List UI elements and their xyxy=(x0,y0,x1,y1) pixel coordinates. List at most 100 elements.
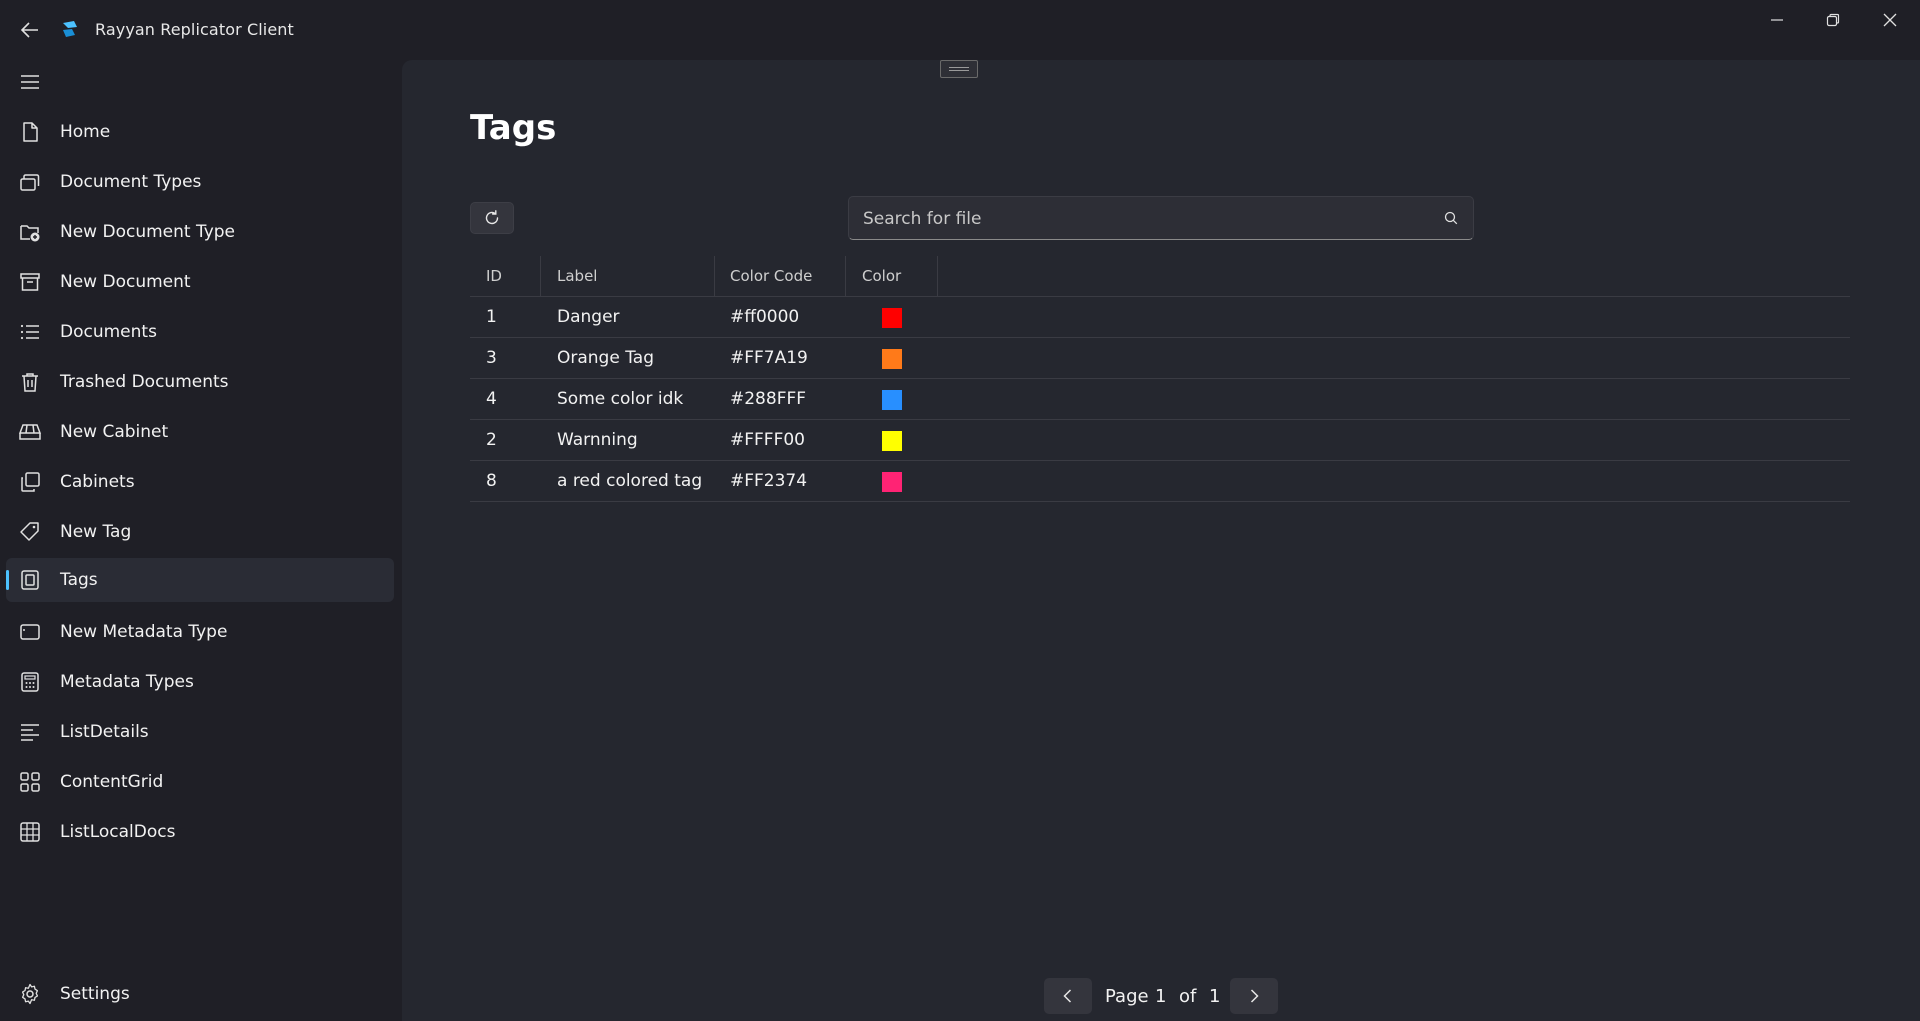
color-swatch xyxy=(882,472,902,492)
cell-id: 4 xyxy=(486,389,497,409)
sidebar-item-cabinets[interactable]: Cabinets xyxy=(6,460,394,504)
minimize-icon[interactable] xyxy=(1763,10,1791,30)
cell-label: Warnning xyxy=(557,430,638,450)
column-divider[interactable] xyxy=(540,256,541,296)
page-label: Page xyxy=(1105,986,1149,1007)
close-icon[interactable] xyxy=(1876,10,1904,30)
cell-color-code: #FF2374 xyxy=(730,471,808,491)
sidebar-item-settings[interactable]: Settings xyxy=(6,972,394,1016)
sidebar-item-label: Tags xyxy=(60,570,98,590)
column-header-color-code[interactable]: Color Code xyxy=(730,256,812,296)
back-arrow-icon[interactable] xyxy=(18,18,42,42)
lines-icon xyxy=(18,720,42,744)
sidebar-item-label: New Document xyxy=(60,272,191,292)
table-icon xyxy=(18,820,42,844)
tags-icon xyxy=(18,568,42,592)
sidebar-item-label: Documents xyxy=(60,322,157,342)
cell-id: 1 xyxy=(486,307,497,327)
sidebar-item-label: ListDetails xyxy=(60,722,149,742)
tag-icon xyxy=(18,520,42,544)
sidebar-item-label: Document Types xyxy=(60,172,202,192)
search-box xyxy=(848,196,1474,241)
tags-table: ID Label Color Code Color 1 Danger #ff00… xyxy=(470,256,1850,502)
sidebar-item-trashed-documents[interactable]: Trashed Documents xyxy=(6,360,394,404)
cell-color-code: #288FFF xyxy=(730,389,807,409)
cell-id: 8 xyxy=(486,471,497,491)
chevron-right-icon xyxy=(1246,988,1262,1004)
hamburger-menu-icon[interactable] xyxy=(18,70,42,94)
drag-handle[interactable] xyxy=(940,60,978,78)
table-row[interactable]: 2 Warnning #FFFF00 xyxy=(470,420,1850,461)
list-icon xyxy=(18,320,42,344)
of-label: of xyxy=(1179,986,1197,1007)
rectangle-icon xyxy=(18,620,42,644)
trash-icon xyxy=(18,370,42,394)
app-title: Rayyan Replicator Client xyxy=(95,20,294,39)
cell-label: a red colored tag xyxy=(557,471,703,491)
sidebar-item-label: Cabinets xyxy=(60,472,135,492)
total-pages: 1 xyxy=(1209,986,1221,1007)
page-title: Tags xyxy=(470,108,557,148)
column-header-id[interactable]: ID xyxy=(486,256,502,296)
cell-color-code: #FF7A19 xyxy=(730,348,808,368)
column-header-label[interactable]: Label xyxy=(557,256,597,296)
app-logo-icon xyxy=(60,19,80,39)
sidebar-item-listdetails[interactable]: ListDetails xyxy=(6,710,394,754)
copy-icon xyxy=(18,470,42,494)
settings-label: Settings xyxy=(60,984,130,1004)
column-divider[interactable] xyxy=(845,256,846,296)
sidebar-item-new-cabinet[interactable]: New Cabinet xyxy=(6,410,394,454)
folder-add-icon xyxy=(18,220,42,244)
stack-icon xyxy=(18,170,42,194)
column-header-color[interactable]: Color xyxy=(862,256,901,296)
pagination: Page 1 of 1 xyxy=(1044,978,1304,1014)
sidebar-item-new-document-type[interactable]: New Document Type xyxy=(6,210,394,254)
sidebar-item-documents[interactable]: Documents xyxy=(6,310,394,354)
sidebar-item-metadata-types[interactable]: Metadata Types xyxy=(6,660,394,704)
sidebar-item-label: New Metadata Type xyxy=(60,622,228,642)
table-row[interactable]: 4 Some color idk #288FFF xyxy=(470,379,1850,420)
refresh-icon xyxy=(483,209,501,227)
sidebar-item-new-tag[interactable]: New Tag xyxy=(6,510,394,554)
sidebar-item-label: ContentGrid xyxy=(60,772,164,792)
cell-label: Orange Tag xyxy=(557,348,654,368)
refresh-button[interactable] xyxy=(470,202,514,234)
selection-indicator xyxy=(6,570,9,590)
sidebar-item-label: New Cabinet xyxy=(60,422,169,442)
column-divider[interactable] xyxy=(714,256,715,296)
search-input[interactable] xyxy=(861,197,1425,241)
sidebar-item-tags[interactable]: Tags xyxy=(6,558,394,602)
cell-label: Some color idk xyxy=(557,389,684,409)
sidebar-item-document-types[interactable]: Document Types xyxy=(6,160,394,204)
table-row[interactable]: 3 Orange Tag #FF7A19 xyxy=(470,338,1850,379)
sidebar-item-label: Metadata Types xyxy=(60,672,194,692)
sidebar-item-new-metadata-type[interactable]: New Metadata Type xyxy=(6,610,394,654)
previous-page-button[interactable] xyxy=(1044,978,1092,1014)
grid-icon xyxy=(18,770,42,794)
current-page: 1 xyxy=(1155,986,1167,1007)
color-swatch xyxy=(882,431,902,451)
sidebar-item-contentgrid[interactable]: ContentGrid xyxy=(6,760,394,804)
search-icon[interactable] xyxy=(1443,210,1459,226)
calculator-icon xyxy=(18,670,42,694)
sidebar-item-home[interactable]: Home xyxy=(6,110,394,154)
cabinet-icon xyxy=(18,420,42,444)
chevron-left-icon xyxy=(1060,988,1076,1004)
table-row[interactable]: 1 Danger #ff0000 xyxy=(470,297,1850,338)
main-content: Tags ID Label Color Code Color 1 Danger … xyxy=(402,60,1920,1021)
sidebar-item-label: Trashed Documents xyxy=(60,372,229,392)
sidebar-item-label: ListLocalDocs xyxy=(60,822,176,842)
sidebar-item-new-document[interactable]: New Document xyxy=(6,260,394,304)
title-bar: Rayyan Replicator Client xyxy=(0,0,1920,60)
document-icon xyxy=(18,120,42,144)
cell-id: 3 xyxy=(486,348,497,368)
table-row[interactable]: 8 a red colored tag #FF2374 xyxy=(470,461,1850,502)
sidebar-item-listlocaldocs[interactable]: ListLocalDocs xyxy=(6,810,394,854)
cell-color-code: #ff0000 xyxy=(730,307,800,327)
column-divider[interactable] xyxy=(937,256,938,296)
sidebar-item-label: Home xyxy=(60,122,111,142)
color-swatch xyxy=(882,390,902,410)
color-swatch xyxy=(882,349,902,369)
restore-icon[interactable] xyxy=(1819,10,1847,30)
next-page-button[interactable] xyxy=(1230,978,1278,1014)
